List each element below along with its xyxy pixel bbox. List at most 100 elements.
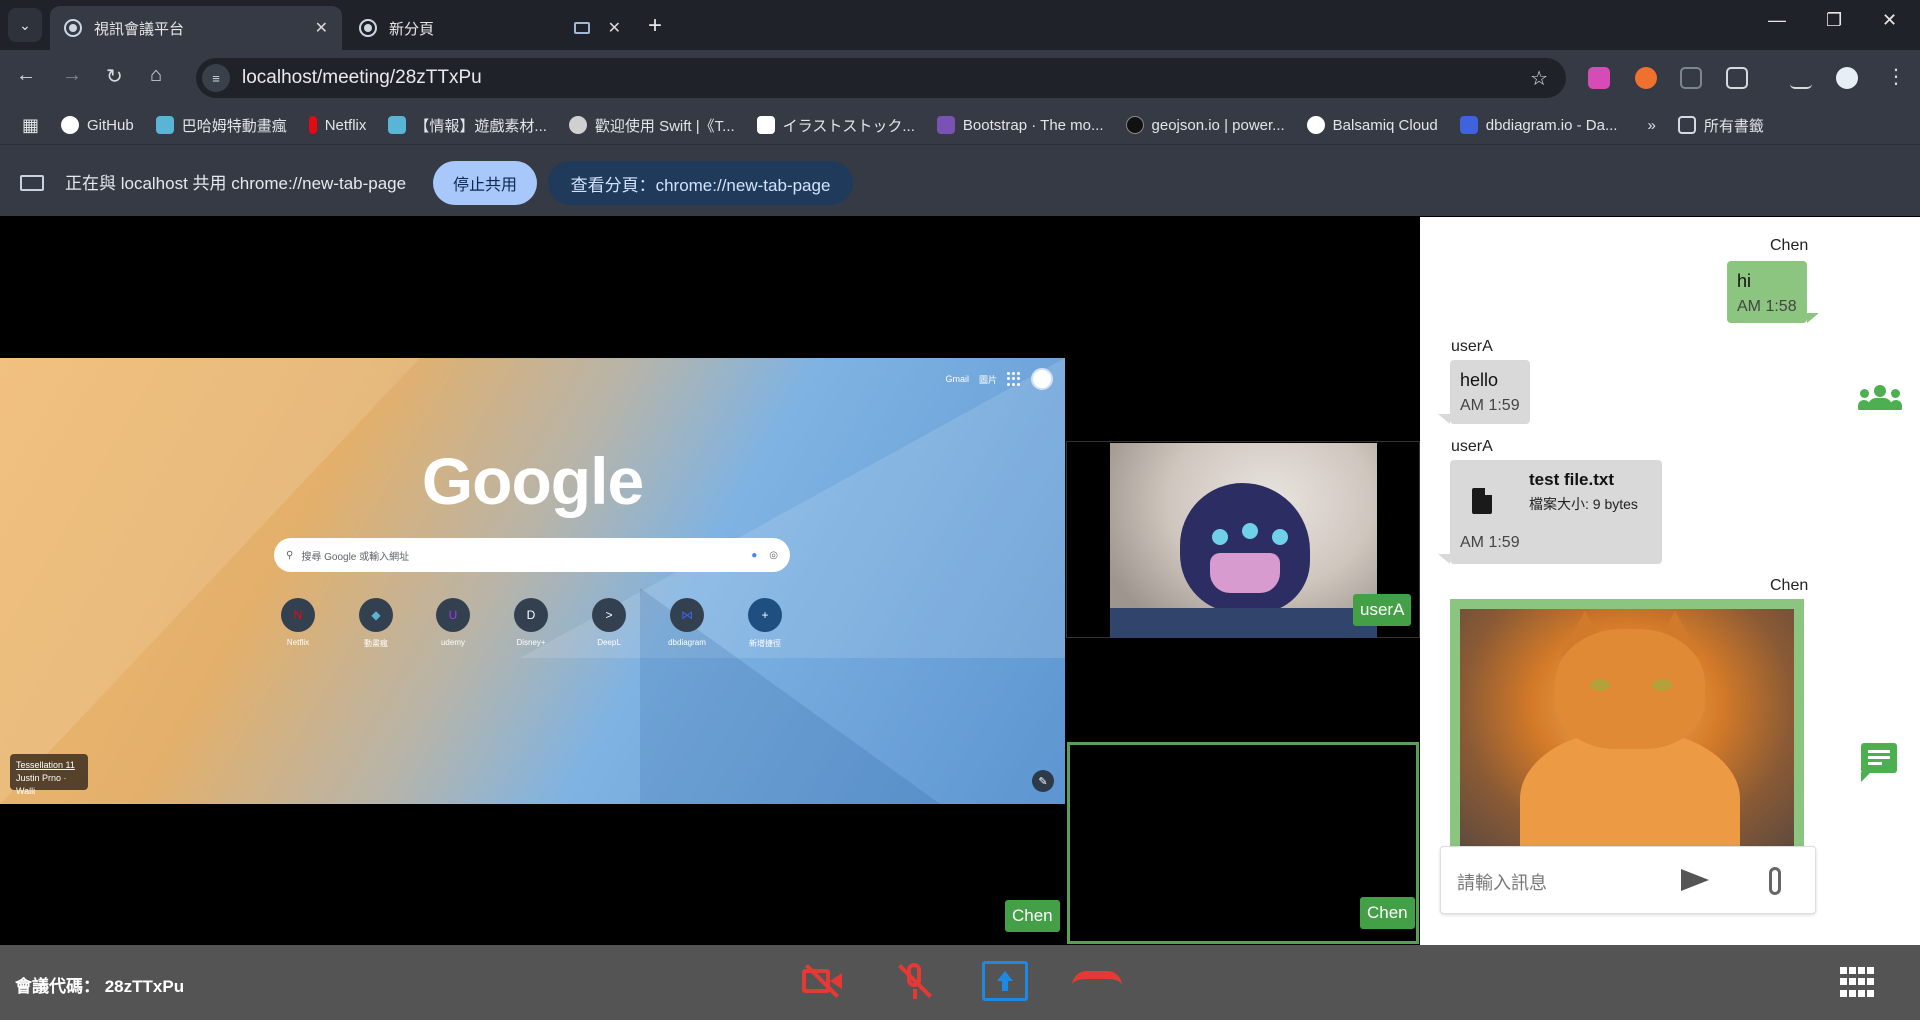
extension-icon[interactable]: [1680, 67, 1702, 89]
images-link: 圖片: [978, 374, 997, 385]
tab-search-chevron-icon[interactable]: ⌄: [8, 8, 42, 42]
menu-kebab-icon[interactable]: ⋮: [1886, 64, 1906, 89]
self-video-tile[interactable]: Chen: [1067, 742, 1419, 944]
side-panel-icons: [1818, 217, 1920, 945]
media-control-icon[interactable]: [1790, 67, 1812, 89]
back-icon[interactable]: ←: [16, 64, 36, 87]
meeting-favicon-icon: [64, 19, 82, 37]
bookmark-illust[interactable]: イラストストック...: [756, 115, 915, 136]
bookmark-bootstrap[interactable]: Bootstrap · The mo...: [936, 116, 1104, 134]
search-placeholder: 搜尋 Google 或輸入網址: [301, 551, 410, 563]
shortcut-add: + 新增捷徑: [735, 598, 795, 649]
message-time: AM 1:59: [1460, 534, 1520, 551]
participants-icon[interactable]: [1858, 385, 1902, 411]
close-window-icon[interactable]: ✕: [1882, 10, 1897, 31]
apps-grid-icon[interactable]: ▦: [22, 115, 39, 136]
bookmarks-bar: ▦ GitHub 巴哈姆特動畫瘋 Netflix 【情報】遊戲素材... 歡迎使…: [0, 106, 1920, 144]
stop-sharing-button[interactable]: 停止共用: [433, 161, 537, 205]
file-size: 檔案大小: 9 bytes: [1529, 496, 1638, 512]
reload-icon[interactable]: ↻: [106, 64, 123, 89]
google-logo: Google: [421, 444, 644, 518]
google-top-links: Gmail 圖片: [945, 368, 1053, 390]
file-icon: [1472, 488, 1492, 514]
view-tab-button[interactable]: 查看分頁：chrome://new-tab-page: [548, 161, 853, 205]
bootstrap-icon: [936, 116, 955, 134]
shortcut-dbdiagram: ⋈ dbdiagram: [657, 598, 717, 647]
tab-newtab[interactable]: 新分頁 ✕: [345, 6, 635, 50]
chat-panel: Chen hi AM 1:58 userA hello AM 1:59 user…: [1420, 217, 1818, 945]
bookmark-netflix[interactable]: Netflix: [308, 116, 366, 134]
forward-icon[interactable]: →: [62, 64, 82, 87]
translate-extension-icon[interactable]: [1588, 67, 1610, 89]
extensions-puzzle-icon[interactable]: [1726, 67, 1748, 89]
browser-tabbar: ⌄ 視訊會議平台 ✕ 新分頁 ✕ + — ❐ ✕: [0, 0, 1920, 50]
bookmark-geojson[interactable]: geojson.io | power...: [1125, 116, 1285, 134]
video-stage: Gmail 圖片 Google ⚲ 搜尋 Google 或輸入網址 ● ◎ NN…: [0, 217, 1420, 945]
bookmark-github[interactable]: GitHub: [61, 116, 134, 134]
tab-close-icon[interactable]: ✕: [608, 18, 621, 38]
screen-share-button[interactable]: [982, 961, 1028, 1001]
restore-icon[interactable]: ❐: [1826, 10, 1842, 31]
bookmark-swift[interactable]: 歡迎使用 Swift |《T...: [568, 115, 735, 136]
illust-icon: [756, 116, 775, 134]
meeting-code: 會議代碼： 28zTTxPu: [15, 977, 185, 996]
screen-share-infobar: 正在與 localhost 共用 chrome://new-tab-page 停…: [0, 144, 1920, 216]
mic-off-icon[interactable]: [893, 961, 937, 1001]
bookmark-bahamut[interactable]: 巴哈姆特動畫瘋: [155, 115, 287, 136]
balsamiq-icon: [1306, 116, 1325, 134]
search-icon: ⚲: [286, 549, 294, 561]
bookmark-game-assets[interactable]: 【情報】遊戲素材...: [388, 115, 547, 136]
browser-toolbar: ← → ↻ ⌂ ≡ localhost/meeting/28zTTxPu ☆ ⋮: [0, 50, 1920, 106]
tab-title: 視訊會議平台: [94, 20, 185, 38]
bookmarks-overflow-icon[interactable]: »: [1647, 117, 1655, 134]
share-status-text: 正在與 localhost 共用 chrome://new-tab-page: [65, 174, 407, 193]
gmail-link: Gmail: [945, 374, 969, 384]
chat-message-bubble: hi AM 1:58: [1727, 261, 1807, 323]
message-text: hi: [1737, 271, 1752, 291]
dbdiagram-icon: [1459, 116, 1478, 134]
self-name-tag: Chen: [1360, 897, 1415, 929]
message-text: hello: [1460, 370, 1499, 390]
bahamut-icon: [155, 116, 174, 134]
message-sender: userA: [1451, 438, 1493, 455]
userA-video-tile[interactable]: userA: [1066, 441, 1420, 638]
userA-camera-feed: [1110, 443, 1377, 638]
camera-off-icon[interactable]: [800, 961, 844, 1001]
minimize-icon[interactable]: —: [1768, 10, 1786, 31]
bookmark-star-icon[interactable]: ☆: [1530, 66, 1548, 91]
file-message-bubble[interactable]: test file.txt 檔案大小: 9 bytes AM 1:59: [1450, 460, 1662, 564]
screen-share-icon: [20, 175, 44, 191]
tab-meeting[interactable]: 視訊會議平台 ✕: [50, 6, 342, 50]
folder-icon: [1677, 116, 1696, 134]
bookmark-dbdiagram[interactable]: dbdiagram.io - Da...: [1459, 116, 1617, 134]
site-info-icon[interactable]: ≡: [202, 64, 230, 92]
new-tab-icon[interactable]: +: [648, 12, 662, 40]
message-input[interactable]: 請輸入訊息: [1440, 846, 1816, 914]
chat-icon[interactable]: [1861, 743, 1897, 782]
shared-screen-video: Gmail 圖片 Google ⚲ 搜尋 Google 或輸入網址 ● ◎ NN…: [0, 358, 1065, 804]
profile-avatar[interactable]: [1836, 67, 1858, 89]
url-text: localhost/meeting/28zTTxPu: [242, 67, 482, 88]
home-icon[interactable]: ⌂: [150, 64, 162, 87]
image-message-bubble[interactable]: [1450, 599, 1804, 859]
google-search-box: ⚲ 搜尋 Google 或輸入網址 ● ◎: [274, 538, 790, 572]
send-icon[interactable]: [1681, 869, 1709, 891]
hang-up-icon[interactable]: [1072, 961, 1122, 1001]
file-name[interactable]: test file.txt: [1529, 470, 1614, 490]
github-icon: [61, 116, 80, 134]
geojson-icon: [1125, 116, 1144, 134]
layout-grid-icon[interactable]: [1840, 967, 1876, 999]
userA-name-tag: userA: [1353, 594, 1412, 626]
tab-sharing-icon: [573, 22, 590, 34]
address-bar[interactable]: ≡ localhost/meeting/28zTTxPu ☆: [196, 58, 1566, 98]
bookmark-balsamiq[interactable]: Balsamiq Cloud: [1306, 116, 1438, 134]
all-bookmarks[interactable]: 所有書籤: [1677, 115, 1764, 136]
cat-photo: [1460, 609, 1794, 849]
meeting-toolbar: 會議代碼： 28zTTxPu: [0, 945, 1920, 1020]
shortcut-bahamut: ◆ 動畫瘋: [346, 598, 406, 649]
attach-file-icon[interactable]: [1769, 867, 1781, 895]
tab-close-icon[interactable]: ✕: [315, 18, 328, 38]
shortcut-deepl: > DeepL: [579, 598, 639, 647]
tab-title: 新分頁: [389, 20, 435, 38]
extension-icon[interactable]: [1635, 67, 1657, 89]
